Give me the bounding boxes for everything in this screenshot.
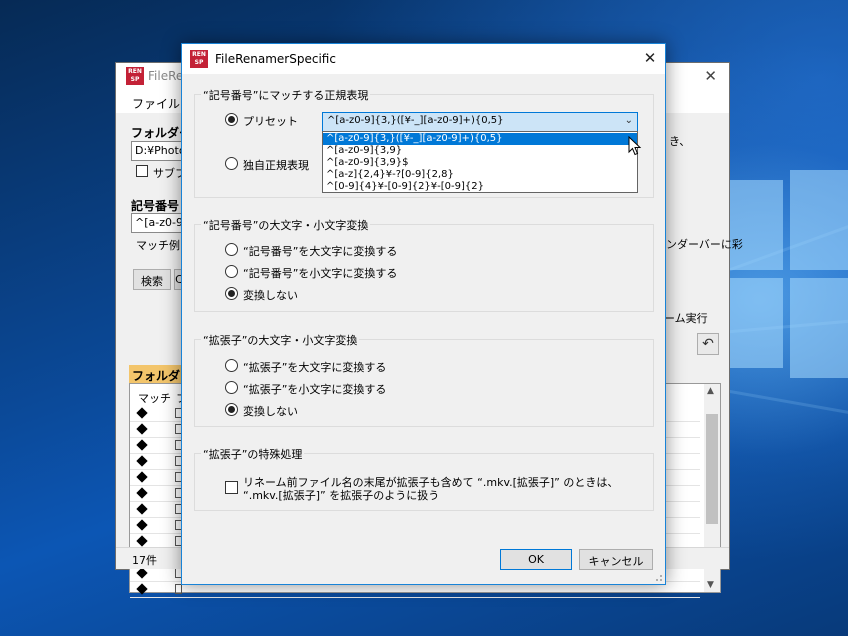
dropdown-option[interactable]: ^[a-z0-9]{3,9}$	[323, 157, 637, 169]
code-label: 記号番号	[131, 199, 180, 213]
ok-button[interactable]: OK	[500, 549, 572, 570]
custom-regex-label: 独自正規表現	[243, 159, 309, 172]
match-diamond-icon	[136, 519, 148, 531]
ext-lowercase-radio[interactable]	[225, 381, 238, 394]
search-button[interactable]: 検索	[133, 269, 171, 290]
scrollbar-thumb[interactable]	[706, 414, 718, 524]
windows-logo-icon	[720, 170, 848, 500]
file-icon	[175, 584, 182, 594]
undo-icon[interactable]: ↶	[697, 333, 719, 355]
settings-dialog[interactable]: REN SP FileRenamerSpecific ✕ “記号番号”にマッチする…	[181, 43, 666, 585]
ext-special-group-title: “拡張子”の特殊処理	[201, 446, 305, 462]
ext-lowercase-label: “拡張子”を小文字に変換する	[243, 383, 387, 396]
ext-case-group: “拡張子”の大文字・小文字変換 “拡張子”を大文字に変換する “拡張子”を小文字…	[194, 332, 654, 427]
app-logo-icon: REN SP	[190, 50, 208, 68]
code-case-group: “記号番号”の大文字・小文字変換 “記号番号”を大文字に変換する “記号番号”を…	[194, 217, 654, 312]
cancel-button[interactable]: キャンセル	[579, 549, 653, 570]
mkv-extension-checkbox[interactable]	[225, 481, 238, 494]
match-diamond-icon	[136, 567, 148, 579]
match-diamond-icon	[136, 407, 148, 419]
close-icon[interactable]: ✕	[635, 44, 665, 74]
match-diamond-icon	[136, 471, 148, 483]
dropdown-option[interactable]: ^[a-z0-9]{3,9}	[323, 145, 637, 157]
mkv-option-label-line2: “.mkv.[拡張子]” を拡張子のように扱う	[243, 489, 440, 502]
folder-list-header: フォルダ	[129, 365, 189, 383]
ext-special-group: “拡張子”の特殊処理 リネーム前ファイル名の末尾が拡張子も含めて “.mkv.[…	[194, 446, 654, 511]
code-lowercase-label: “記号番号”を小文字に変換する	[243, 267, 398, 280]
scroll-up-icon[interactable]: ▲	[707, 386, 714, 396]
code-uppercase-radio[interactable]	[225, 243, 238, 256]
code-no-change-radio[interactable]	[225, 287, 238, 300]
match-example-label: マッチ例:	[136, 239, 184, 252]
dropdown-option[interactable]: ^[a-z]{2,4}¥-?[0-9]{2,8}	[323, 169, 637, 181]
match-diamond-icon	[136, 487, 148, 499]
dropdown-option[interactable]: ^[a-z0-9]{3,}([¥-_][a-z0-9]+){0,5}	[323, 133, 637, 145]
subfolder-checkbox[interactable]	[136, 165, 148, 177]
preset-selected-value: ^[a-z0-9]{3,}([¥-_][a-z0-9]+){0,5}	[327, 115, 504, 126]
code-no-change-label: 変換しない	[243, 289, 298, 302]
match-diamond-icon	[136, 423, 148, 435]
chevron-down-icon[interactable]: ⌄	[625, 115, 633, 126]
dialog-titlebar[interactable]: REN SP FileRenamerSpecific ✕	[182, 44, 665, 74]
custom-regex-radio[interactable]	[225, 157, 238, 170]
preset-label: プリセット	[243, 115, 298, 128]
match-diamond-icon	[136, 535, 148, 547]
scroll-down-icon[interactable]: ▼	[707, 580, 714, 590]
info-text-fragment: き、	[669, 135, 691, 148]
preset-regex-dropdown[interactable]: ^[a-z0-9]{3,}([¥-_][a-z0-9]+){0,5} ⌄	[322, 112, 638, 132]
preset-dropdown-list[interactable]: ^[a-z0-9]{3,}([¥-_][a-z0-9]+){0,5} ^[a-z…	[322, 131, 638, 193]
dropdown-option[interactable]: ^[0-9]{4}¥-[0-9]{2}¥-[0-9]{2}	[323, 181, 637, 193]
mouse-cursor-icon	[628, 136, 642, 156]
ext-uppercase-label: “拡張子”を大文字に変換する	[243, 361, 387, 374]
ext-no-change-label: 変換しない	[243, 405, 298, 418]
code-uppercase-label: “記号番号”を大文字に変換する	[243, 245, 398, 258]
match-diamond-icon	[136, 503, 148, 515]
resize-grip-icon[interactable]	[653, 572, 663, 582]
close-icon[interactable]: ✕	[704, 67, 717, 85]
ext-case-group-title: “拡張子”の大文字・小文字変換	[201, 332, 360, 348]
code-lowercase-radio[interactable]	[225, 265, 238, 278]
match-diamond-icon	[136, 583, 148, 595]
column-header-match[interactable]: マッチ	[138, 390, 171, 406]
file-count: 17件	[132, 554, 157, 567]
ext-no-change-radio[interactable]	[225, 403, 238, 416]
match-diamond-icon	[136, 455, 148, 467]
code-case-group-title: “記号番号”の大文字・小文字変換	[201, 217, 371, 233]
ext-uppercase-radio[interactable]	[225, 359, 238, 372]
preset-radio[interactable]	[225, 113, 238, 126]
dialog-title: FileRenamerSpecific	[215, 52, 336, 66]
info-text-fragment: ンダーバーに彩	[666, 238, 743, 251]
match-diamond-icon	[136, 439, 148, 451]
rename-execute-tab[interactable]: ーム実行	[664, 310, 708, 326]
app-logo-icon: REN SP	[126, 67, 144, 85]
regex-group-title: “記号番号”にマッチする正規表現	[201, 87, 371, 103]
